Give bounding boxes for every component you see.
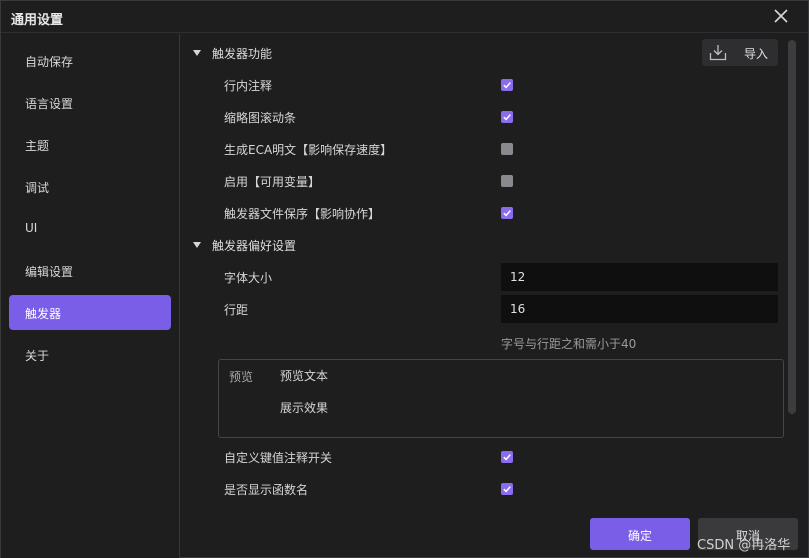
settings-panel: 触发器功能 导入 行内注释 缩略图滚动条 生成ECA明文【影响保存速度】 启用【… [181,34,809,558]
close-icon [774,9,788,23]
sidebar: 自动保存 语言设置 主题 调试 UI 编辑设置 触发器 关于 [1,34,180,558]
confirm-button-label: 确定 [627,529,652,543]
sidebar-item-ui[interactable]: UI [9,211,171,246]
sidebar-item-about[interactable]: 关于 [9,337,171,372]
checkmark-icon [503,454,511,461]
sidebar-item-label: 语言设置 [25,97,74,111]
generate-eca-checkbox[interactable] [501,143,513,155]
preview-box: 预览 预览文本 展示效果 [218,359,784,438]
option-label: 触发器文件保序【影响协作】 [224,207,381,221]
option-label: 启用【可用变量】 [224,175,321,189]
checkmark-icon [503,210,511,217]
line-spacing-input[interactable] [501,295,778,323]
sidebar-item-edit-settings[interactable]: 编辑设置 [9,253,171,288]
show-function-name-checkbox[interactable] [501,483,513,495]
line-spacing-label: 行距 [224,303,249,317]
import-label: 导入 [744,47,769,61]
sidebar-item-label: 自动保存 [25,55,74,69]
preview-text-line: 展示效果 [280,401,329,415]
confirm-button[interactable]: 确定 [590,518,690,550]
enable-available-vars-checkbox[interactable] [501,175,513,187]
sidebar-item-debug[interactable]: 调试 [9,169,171,204]
download-icon [709,45,727,61]
checkmark-icon [503,82,511,89]
close-button[interactable] [772,7,790,25]
sidebar-item-label: 关于 [25,349,50,363]
scrollbar-thumb[interactable] [788,40,796,414]
sidebar-item-theme[interactable]: 主题 [9,127,171,162]
option-label: 是否显示函数名 [224,483,309,497]
settings-dialog: 通用设置 自动保存 语言设置 主题 调试 UI 编辑设置 触发器 关于 触发器功… [0,0,809,558]
vertical-scrollbar[interactable] [785,36,797,508]
sidebar-item-label: 编辑设置 [25,265,74,279]
sidebar-item-label: UI [25,221,38,235]
section-title: 触发器功能 [212,47,273,61]
option-label: 缩略图滚动条 [224,111,297,125]
option-label: 行内注释 [224,79,273,93]
minimap-scrollbar-checkbox[interactable] [501,111,513,123]
custom-key-comment-checkbox[interactable] [501,451,513,463]
font-size-input[interactable] [501,263,778,291]
checkmark-icon [503,114,511,121]
sidebar-item-language[interactable]: 语言设置 [9,85,171,120]
preview-label: 预览 [229,370,254,384]
dialog-title: 通用设置 [11,13,64,28]
collapse-triangle-icon [193,242,201,248]
preview-text-line: 预览文本 [280,369,329,383]
sidebar-item-label: 调试 [25,181,50,195]
trigger-file-order-checkbox[interactable] [501,207,513,219]
font-size-label: 字体大小 [224,271,273,285]
collapse-triangle-icon [193,50,201,56]
checkmark-icon [503,486,511,493]
section-title: 触发器偏好设置 [212,239,297,253]
sidebar-item-autosave[interactable]: 自动保存 [9,43,171,78]
sidebar-item-trigger[interactable]: 触发器 [9,295,171,330]
sidebar-item-label: 触发器 [25,307,62,321]
title-bar: 通用设置 [1,1,808,33]
option-label: 生成ECA明文【影响保存速度】 [224,143,393,157]
inline-comment-checkbox[interactable] [501,79,513,91]
import-button[interactable]: 导入 [702,39,778,66]
watermark-text: CSDN @冉洛华 [697,538,791,553]
size-hint-text: 字号与行距之和需小于40 [501,337,637,351]
sidebar-item-label: 主题 [25,139,50,153]
option-label: 自定义键值注释开关 [224,451,333,465]
